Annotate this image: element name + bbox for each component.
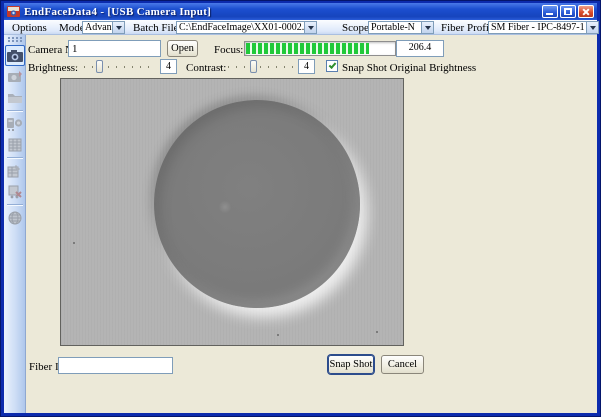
client-area: Camera No.: Open Focus: 206.4 Brightness…	[26, 35, 597, 413]
fiber-core-dot	[219, 201, 231, 213]
camera-no-input[interactable]	[68, 40, 161, 57]
camera-settings-icon[interactable]	[5, 113, 25, 134]
brightness-value: 4	[160, 59, 177, 74]
title-bar: EndFaceData4 - [USB Camera Input]	[4, 3, 597, 20]
slider-ticks	[220, 66, 294, 68]
check-icon	[329, 61, 337, 69]
snapshot-original-label: Snap Shot Original Brightness	[342, 62, 476, 74]
batch-file-select[interactable]: C:\EndFaceImage\XX01-0002.FIA	[176, 21, 317, 34]
cancel-button[interactable]: Cancel	[381, 355, 424, 374]
edit-grid-icon[interactable]	[5, 160, 25, 181]
contrast-value: 4	[298, 59, 315, 74]
menu-options[interactable]: Options	[12, 22, 47, 34]
delete-icon[interactable]	[5, 181, 25, 202]
app-icon	[7, 5, 20, 18]
folder-icon[interactable]	[5, 87, 25, 108]
brightness-slider[interactable]	[58, 60, 158, 74]
close-button[interactable]	[578, 5, 594, 18]
minimize-button[interactable]	[542, 5, 558, 18]
option-bar: Options Mode: Advanced Batch File: C:\En…	[4, 20, 597, 35]
toolbar-gripper[interactable]	[8, 37, 22, 42]
scope-select[interactable]: Portable-N	[368, 21, 434, 34]
focus-progress-bar	[244, 41, 396, 56]
dust-speck	[277, 334, 279, 336]
slider-ticks	[60, 66, 156, 68]
chevron-down-icon[interactable]	[304, 22, 316, 33]
dust-speck	[376, 331, 378, 333]
focus-progress-fill	[246, 43, 369, 54]
snapshot-original-checkbox[interactable]	[326, 60, 338, 72]
chevron-down-icon[interactable]	[586, 22, 598, 33]
toolbar-separator	[7, 157, 23, 158]
focus-label: Focus:	[214, 44, 243, 56]
fiber-profile-select[interactable]: SM Fiber - IPC-8497-1	[488, 21, 599, 34]
batch-file-label: Batch File:	[133, 22, 182, 34]
report-grid-icon[interactable]	[5, 134, 25, 155]
window-title: EndFaceData4 - [USB Camera Input]	[24, 6, 211, 18]
toolbar-separator	[7, 204, 23, 205]
contrast-slider[interactable]	[218, 60, 296, 74]
capture-icon[interactable]	[5, 66, 25, 87]
focus-value: 206.4	[396, 40, 444, 57]
maximize-button[interactable]	[560, 5, 576, 18]
chevron-down-icon[interactable]	[421, 22, 433, 33]
fiber-id-input[interactable]	[58, 357, 173, 374]
brightness-slider-thumb[interactable]	[96, 60, 103, 73]
camera-image-view	[60, 78, 404, 346]
mode-select[interactable]: Advanced	[82, 21, 125, 34]
fiber-endface-circle	[154, 100, 360, 308]
chevron-down-icon[interactable]	[112, 22, 124, 33]
globe-icon[interactable]	[5, 207, 25, 228]
left-toolbar	[4, 35, 26, 413]
dust-speck	[73, 242, 75, 244]
app-window: EndFaceData4 - [USB Camera Input] Option…	[0, 0, 601, 417]
toolbar-separator	[7, 110, 23, 111]
contrast-slider-thumb[interactable]	[250, 60, 257, 73]
snap-shot-button[interactable]: Snap Shot	[328, 355, 374, 374]
open-button[interactable]: Open	[167, 40, 198, 57]
camera-icon[interactable]	[5, 45, 25, 66]
